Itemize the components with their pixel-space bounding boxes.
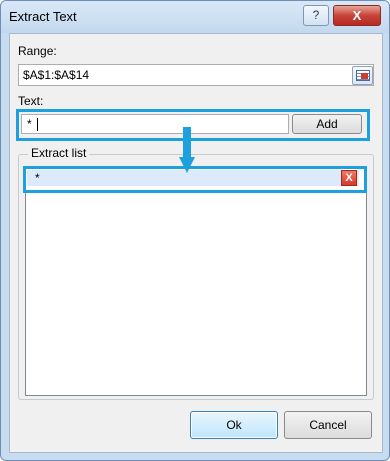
extract-list-label: Extract list [28,146,90,160]
range-input[interactable]: $A$1:$A$14 [18,64,374,86]
add-button[interactable]: Add [292,114,362,134]
help-button[interactable]: ? [303,5,329,26]
range-value: $A$1:$A$14 [23,68,90,82]
range-label: Range: [18,44,57,58]
extract-text-dialog: Extract Text ? X Range: $A$1:$A$14 Text:… [0,0,390,461]
list-highlight-outline [23,166,367,193]
dialog-body: Range: $A$1:$A$14 Text: * Add Extract li… [9,33,383,453]
range-select-icon[interactable] [352,66,373,85]
window-title: Extract Text [9,9,77,24]
range-mark-icon [361,73,368,79]
text-input-value: * [27,117,32,131]
text-label: Text: [18,94,44,108]
text-input[interactable]: * [21,114,289,134]
cancel-button[interactable]: Cancel [284,411,372,439]
extract-list[interactable] [25,168,367,396]
title-bar: Extract Text ? X [1,1,389,33]
ok-button[interactable]: Ok [190,411,278,439]
down-arrow-icon [179,127,195,173]
close-button[interactable]: X [333,5,381,26]
text-caret [37,118,38,131]
